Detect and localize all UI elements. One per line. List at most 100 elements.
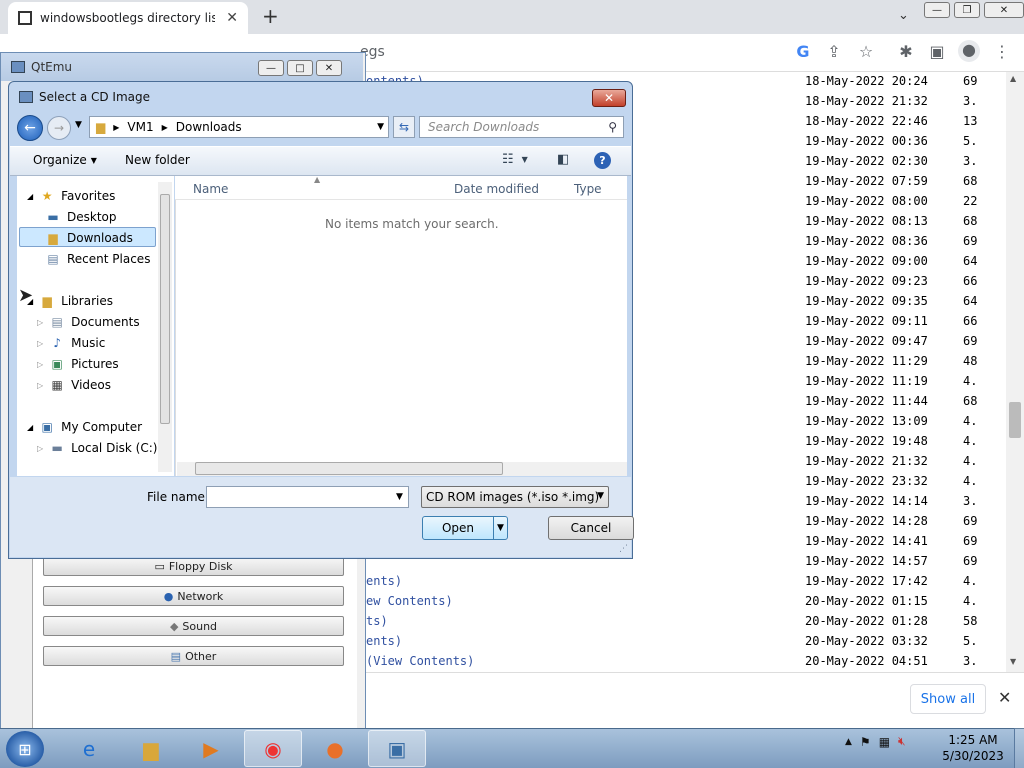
tab-close-icon[interactable]: ✕ bbox=[226, 10, 238, 26]
file-name-input[interactable] bbox=[206, 486, 409, 508]
sound-icon: ◆ bbox=[169, 619, 179, 633]
new-tab-button[interactable]: + bbox=[262, 4, 279, 28]
address-dropdown-icon[interactable]: ▼ bbox=[377, 122, 384, 132]
help-icon[interactable]: ? bbox=[594, 152, 611, 169]
listing-date: 19-May-2022 23:32 bbox=[805, 474, 928, 488]
file-explorer-icon[interactable]: ▆ bbox=[122, 730, 180, 767]
nav-desktop[interactable]: ▬ Desktop bbox=[45, 207, 116, 227]
qtemu-maximize-icon[interactable]: □ bbox=[287, 60, 313, 76]
organize-label: Organize bbox=[33, 153, 87, 167]
nav-my-computer[interactable]: ◢ ▣ My Computer bbox=[27, 417, 142, 437]
qtemu-minimize-icon[interactable]: — bbox=[258, 60, 284, 76]
minimize-icon[interactable]: — bbox=[924, 2, 950, 18]
show-all-button[interactable]: Show all bbox=[910, 684, 986, 714]
star-icon[interactable]: ☆ bbox=[856, 42, 876, 61]
listing-row: ew Contents) 20-May-2022 01:15 4. bbox=[366, 594, 1006, 614]
organize-button[interactable]: Organize ▼ bbox=[33, 153, 97, 167]
close-icon[interactable]: ✕ bbox=[984, 2, 1024, 18]
extensions-icon[interactable]: ✱ bbox=[896, 42, 916, 61]
column-date-modified[interactable]: Date modified bbox=[454, 182, 539, 196]
profile-icon[interactable]: ● bbox=[958, 40, 980, 62]
qtemu-taskbar-icon[interactable]: ▣ bbox=[368, 730, 426, 767]
listing-size: 69 bbox=[963, 554, 978, 568]
new-folder-button[interactable]: New folder bbox=[125, 153, 190, 167]
page-scrollbar-thumb[interactable] bbox=[1009, 402, 1021, 438]
nav-libraries[interactable]: ◢ ▆ Libraries bbox=[27, 291, 113, 311]
videos-icon: ▦ bbox=[51, 378, 63, 392]
firefox-icon[interactable]: ● bbox=[306, 730, 364, 767]
nav-music[interactable]: ▷ ♪ Music bbox=[37, 333, 105, 353]
nav-pictures[interactable]: ▷ ▣ Pictures bbox=[37, 354, 119, 374]
internet-explorer-icon[interactable]: e bbox=[60, 730, 118, 767]
menu-icon[interactable]: ⋮ bbox=[992, 42, 1012, 61]
media-player-icon[interactable]: ▶ bbox=[182, 730, 240, 767]
search-input[interactable]: Search Downloads ⚲ bbox=[419, 116, 624, 138]
show-hidden-icons-icon[interactable]: ▲ bbox=[845, 737, 852, 747]
back-button[interactable]: ← bbox=[17, 115, 43, 141]
show-desktop-button[interactable] bbox=[1014, 728, 1024, 768]
resize-grip-icon[interactable]: ⋰ bbox=[619, 544, 628, 554]
recent-locations-dropdown-icon[interactable]: ▼ bbox=[75, 120, 82, 130]
file-type-select[interactable]: CD ROM images (*.iso *.img) ▼ bbox=[421, 486, 609, 508]
listing-link[interactable]: ew Contents) bbox=[366, 594, 453, 608]
sidepanel-icon[interactable]: ▣ bbox=[927, 42, 947, 61]
flag-icon[interactable]: ⚑ bbox=[860, 735, 871, 749]
collapse-arrow-icon: ▷ bbox=[37, 443, 44, 453]
start-button[interactable]: ⊞ bbox=[6, 731, 44, 767]
open-label[interactable]: Open bbox=[423, 517, 493, 539]
pictures-icon: ▣ bbox=[51, 357, 63, 371]
breadcrumb-downloads[interactable]: Downloads bbox=[176, 120, 242, 134]
volume-muted-icon[interactable]: 🔇︎ bbox=[898, 734, 906, 749]
select-cd-image-dialog: Select a CD Image ✕ ← → ▼ ▆ ▶ VM1 ▶ Down… bbox=[8, 81, 634, 559]
tab-search-icon[interactable]: ⌄ bbox=[898, 8, 909, 23]
refresh-button[interactable]: ⇆ bbox=[393, 116, 415, 138]
nav-libraries-label: Libraries bbox=[61, 294, 113, 308]
listing-link[interactable]: ents) bbox=[366, 634, 402, 648]
horizontal-scrollbar-thumb[interactable] bbox=[195, 462, 503, 475]
floppy-disk-button[interactable]: ▭ Floppy Disk bbox=[43, 556, 344, 576]
libraries-icon: ▆ bbox=[42, 294, 52, 308]
column-type[interactable]: Type bbox=[574, 182, 602, 196]
dialog-close-button[interactable]: ✕ bbox=[592, 89, 626, 107]
nav-recent-places[interactable]: ▤ Recent Places bbox=[45, 249, 150, 269]
nav-videos[interactable]: ▷ ▦ Videos bbox=[37, 375, 111, 395]
breadcrumb-vm1[interactable]: VM1 bbox=[127, 120, 153, 134]
browser-tab[interactable]: windowsbootlegs directory listing ✕ bbox=[8, 2, 248, 34]
qtemu-close-icon[interactable]: ✕ bbox=[316, 60, 342, 76]
network-tray-icon[interactable]: ▦ bbox=[879, 735, 890, 749]
file-name-label: File name: bbox=[147, 490, 209, 504]
forward-button[interactable]: → bbox=[47, 116, 71, 140]
share-icon[interactable]: ⇪ bbox=[824, 42, 844, 61]
chrome-icon[interactable]: ◉ bbox=[244, 730, 302, 767]
nav-scrollbar-thumb[interactable] bbox=[160, 194, 170, 424]
listing-size: 64 bbox=[963, 294, 978, 308]
address-breadcrumb[interactable]: ▆ ▶ VM1 ▶ Downloads ▼ bbox=[89, 116, 389, 138]
change-view-button[interactable]: ☷ ▼ bbox=[502, 152, 528, 167]
listing-link[interactable]: ents) bbox=[366, 574, 402, 588]
sound-button[interactable]: ◆ Sound bbox=[43, 616, 344, 636]
scroll-down-icon[interactable]: ▼ bbox=[1010, 657, 1016, 666]
nav-documents[interactable]: ▷ ▤ Documents bbox=[37, 312, 140, 332]
listing-link[interactable]: ts) bbox=[366, 614, 388, 628]
listing-link[interactable]: (View Contents) bbox=[366, 654, 474, 668]
nav-local-disk[interactable]: ▷ ▬ Local Disk (C:) bbox=[37, 438, 157, 458]
download-bar-close-icon[interactable]: ✕ bbox=[998, 688, 1011, 707]
taskbar-clock[interactable]: 1:25 AM 5/30/2023 bbox=[938, 732, 1008, 764]
open-split-dropdown-icon[interactable]: ▼ bbox=[493, 517, 507, 539]
restore-icon[interactable]: ❐ bbox=[954, 2, 980, 18]
google-icon[interactable]: G bbox=[793, 42, 813, 61]
page-scrollbar[interactable] bbox=[1006, 72, 1024, 672]
listing-size: 5. bbox=[963, 634, 978, 648]
other-button[interactable]: ▤ Other bbox=[43, 646, 344, 666]
open-button[interactable]: Open ▼ bbox=[422, 516, 508, 540]
column-name[interactable]: Name bbox=[193, 182, 228, 196]
nav-downloads[interactable]: ▆ Downloads bbox=[45, 228, 133, 248]
scroll-up-icon[interactable]: ▲ bbox=[1010, 74, 1016, 83]
file-name-dropdown-icon[interactable]: ▼ bbox=[396, 492, 403, 502]
preview-pane-icon[interactable]: ◧ bbox=[557, 152, 569, 167]
listing-size: 4. bbox=[963, 374, 978, 388]
command-bar bbox=[10, 146, 631, 176]
cancel-button[interactable]: Cancel bbox=[548, 516, 634, 540]
nav-favorites[interactable]: ◢ ★ Favorites bbox=[27, 186, 115, 206]
network-button[interactable]: ● Network bbox=[43, 586, 344, 606]
